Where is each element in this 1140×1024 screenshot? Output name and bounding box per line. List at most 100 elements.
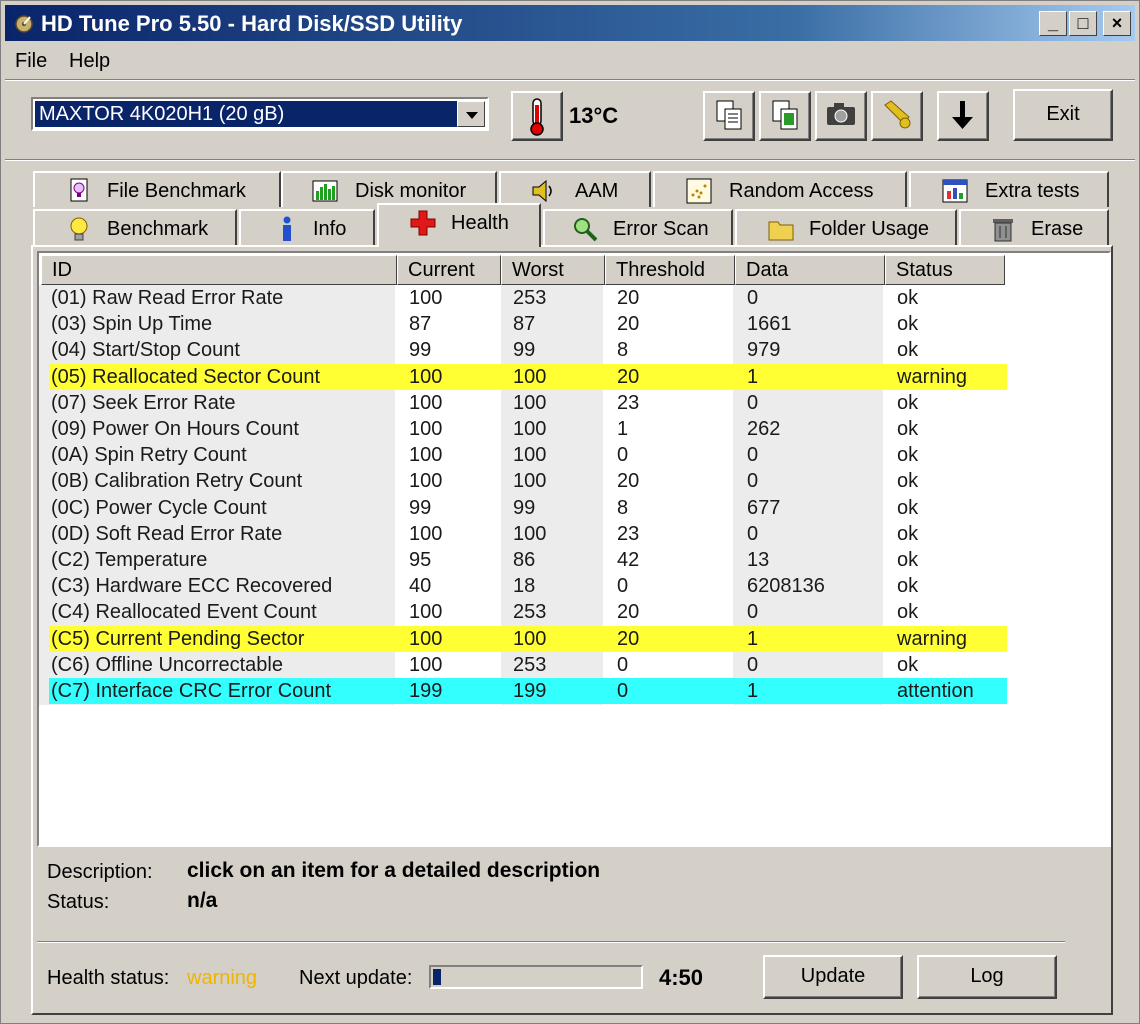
close-button[interactable]: × xyxy=(1103,11,1131,36)
trash-icon xyxy=(993,219,1013,242)
cell-id: (C3) Hardware ECC Recovered xyxy=(51,575,333,598)
cell-data: 979 xyxy=(747,339,781,362)
title-bar[interactable]: HD Tune Pro 5.50 - Hard Disk/SSD Utility… xyxy=(5,5,1135,41)
cell-data: 0 xyxy=(747,391,759,414)
table-row[interactable]: (C2) Temperature 95 86 42 13 ok xyxy=(49,547,1007,573)
tab-file-benchmark[interactable]: File Benchmark xyxy=(33,171,281,207)
tab-label: Random Access xyxy=(729,180,874,202)
column-header-status[interactable]: Status xyxy=(885,255,1005,285)
status-value: n/a xyxy=(187,889,218,912)
cell-status: ok xyxy=(897,287,919,309)
exit-button[interactable]: Exit xyxy=(1013,89,1113,141)
column-header-id[interactable]: ID xyxy=(41,255,397,285)
cell-data: 1 xyxy=(747,627,759,650)
menu-help[interactable]: Help xyxy=(69,50,110,73)
cell-worst: 100 xyxy=(513,627,547,650)
menu-file[interactable]: File xyxy=(15,50,47,73)
next-update-time: 4:50 xyxy=(659,965,704,990)
tab-random-access[interactable]: Random Access xyxy=(653,171,907,207)
table-row[interactable]: (0B) Calibration Retry Count 100 100 20 0 ok xyxy=(49,468,1007,494)
update-button[interactable]: Update xyxy=(763,955,903,999)
chevron-down-icon[interactable] xyxy=(457,101,485,127)
cell-threshold: 20 xyxy=(617,365,640,388)
cell-data: 0 xyxy=(747,522,759,545)
drive-select[interactable]: MAXTOR 4K020H1 (20 gB) xyxy=(31,97,489,131)
cell-worst: 100 xyxy=(513,418,547,440)
cell-threshold: 42 xyxy=(617,549,640,571)
table-row[interactable]: (03) Spin Up Time 87 87 20 1661 ok xyxy=(49,311,1007,337)
tab-error-scan[interactable]: Error Scan xyxy=(543,209,733,245)
cell-current: 100 xyxy=(409,627,443,650)
table-row[interactable]: (07) Seek Error Rate 100 100 23 0 ok xyxy=(49,390,1007,416)
copy-text-button[interactable] xyxy=(703,91,755,141)
cell-current: 40 xyxy=(409,575,432,598)
cell-threshold: 20 xyxy=(617,287,640,309)
cell-status: ok xyxy=(897,653,919,676)
tab-label: Benchmark xyxy=(107,218,209,240)
tab-folder-usage[interactable]: Folder Usage xyxy=(735,209,957,245)
screenshot-button[interactable] xyxy=(815,91,867,141)
table-row[interactable]: (05) Reallocated Sector Count 100 100 20 1 wa… xyxy=(49,363,1007,390)
cell-current: 100 xyxy=(409,391,443,414)
cell-status: ok xyxy=(897,575,919,598)
tab-label: Error Scan xyxy=(613,218,709,240)
table-row[interactable]: (01) Raw Read Error Rate 100 253 20 0 ok xyxy=(49,285,1007,311)
table-row[interactable]: (C4) Reallocated Event Count 100 253 20 0 ok xyxy=(49,599,1007,625)
column-header-worst[interactable]: Worst xyxy=(501,255,605,285)
options-button[interactable] xyxy=(871,91,923,141)
table-row[interactable]: (09) Power On Hours Count 100 100 1 262 ok xyxy=(49,416,1007,442)
speaker-icon xyxy=(532,179,552,203)
column-header-current[interactable]: Current xyxy=(397,255,501,285)
cell-worst: 199 xyxy=(513,680,547,702)
table-row[interactable]: (C7) Interface CRC Error Count 199 199 0 1 at… xyxy=(49,678,1007,704)
tab-label: Erase xyxy=(1031,218,1084,240)
cell-current: 87 xyxy=(409,313,432,336)
window-title: HD Tune Pro 5.50 - Hard Disk/SSD Utility xyxy=(41,11,463,36)
cell-status: ok xyxy=(897,496,919,519)
tab-benchmark[interactable]: Benchmark xyxy=(33,209,237,245)
cell-status: ok xyxy=(897,339,919,362)
log-button[interactable]: Log xyxy=(917,955,1057,999)
file-benchmark-icon xyxy=(70,178,88,202)
cell-worst: 18 xyxy=(513,575,536,598)
next-update-label: Next update: xyxy=(299,967,413,989)
table-row[interactable]: (0A) Spin Retry Count 100 100 0 0 ok xyxy=(49,442,1007,468)
table-row[interactable]: (0C) Power Cycle Count 99 99 8 677 ok xyxy=(49,495,1007,521)
temperature-button[interactable] xyxy=(511,91,563,141)
table-row[interactable]: (04) Start/Stop Count 99 99 8 979 ok xyxy=(49,337,1007,363)
save-button[interactable] xyxy=(937,91,989,141)
tab-label: Disk monitor xyxy=(355,180,467,202)
maximize-button[interactable]: □ xyxy=(1069,11,1097,36)
cell-status: ok xyxy=(897,313,919,336)
cell-status: ok xyxy=(897,601,919,624)
tab-label: File Benchmark xyxy=(107,180,246,202)
tab-health[interactable]: Health xyxy=(377,203,541,247)
cell-threshold: 8 xyxy=(617,496,629,519)
cell-worst: 100 xyxy=(513,365,547,388)
cell-data: 677 xyxy=(747,496,781,519)
tab-extra-tests[interactable]: Extra tests xyxy=(909,171,1109,207)
tab-info[interactable]: Info xyxy=(239,209,375,245)
table-row[interactable]: (C6) Offline Uncorrectable 100 253 0 0 ok xyxy=(49,652,1007,678)
next-update-progress xyxy=(429,965,643,989)
minimize-button[interactable]: _ xyxy=(1039,11,1067,36)
tab-erase[interactable]: Erase xyxy=(959,209,1109,245)
cell-data: 6208136 xyxy=(747,575,825,598)
progress-fill xyxy=(433,969,441,985)
cell-current: 100 xyxy=(409,470,443,493)
table-row[interactable]: (0D) Soft Read Error Rate 100 100 23 0 ok xyxy=(49,521,1007,547)
cell-data: 262 xyxy=(747,418,781,440)
table-row[interactable]: (C3) Hardware ECC Recovered 40 18 0 6208136 o… xyxy=(49,573,1007,599)
tab-aam[interactable]: AAM xyxy=(499,171,651,207)
smart-attribute-list[interactable]: ID Current Worst Threshold Data Status (… xyxy=(37,251,1111,847)
cell-worst: 86 xyxy=(513,549,536,571)
table-row[interactable]: (C5) Current Pending Sector 100 100 20 1 warn… xyxy=(49,625,1007,652)
copy-info-icon xyxy=(772,100,798,130)
column-header-data[interactable]: Data xyxy=(735,255,885,285)
column-header-threshold[interactable]: Threshold xyxy=(605,255,735,285)
tab-disk-monitor[interactable]: Disk monitor xyxy=(281,171,497,207)
copy-info-button[interactable] xyxy=(759,91,811,141)
cell-id: (C2) Temperature xyxy=(51,549,208,571)
cell-threshold: 20 xyxy=(617,470,640,493)
cell-worst: 100 xyxy=(513,391,547,414)
